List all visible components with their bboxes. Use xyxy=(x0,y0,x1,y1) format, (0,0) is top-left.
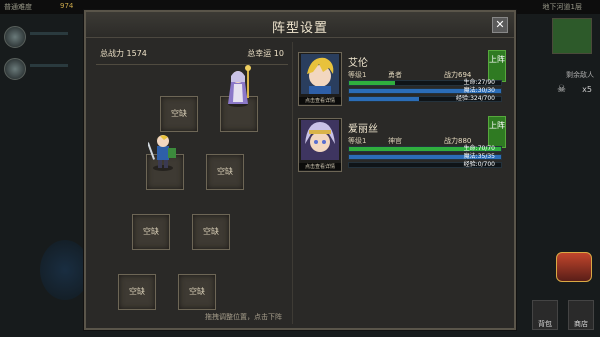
close-button[interactable]: ✕ xyxy=(492,17,508,33)
shop-button[interactable]: 商店 xyxy=(568,300,594,330)
deploy-button[interactable]: 上阵 xyxy=(488,116,506,148)
hp-text: 生命:70/70 xyxy=(463,145,495,152)
hero-class: 勇者 xyxy=(388,71,402,79)
mp-text: 魔法:35/35 xyxy=(463,153,495,160)
summary-divider xyxy=(96,64,288,65)
mp-text: 魔法:30/30 xyxy=(463,87,495,94)
minimap[interactable] xyxy=(552,18,592,54)
allen-portrait-icon xyxy=(301,54,339,94)
hp-bar: 生命:70/70 xyxy=(348,146,502,152)
portrait-tip: 点击查看详情 xyxy=(299,163,341,170)
location-label: 地下河道1层 xyxy=(542,3,582,11)
gold-count: 974 xyxy=(60,2,74,10)
hero-card-alice[interactable]: 点击查看详情 爱丽丝 等级1 神官 战力880 上阵 生命:70/70 魔法:3… xyxy=(298,116,506,172)
team-summary: 总战力 1574 总幸运 10 xyxy=(100,48,284,62)
party-avatar-1[interactable] xyxy=(4,26,26,48)
hero-name: 艾伦 xyxy=(348,58,368,69)
dialog-title: 阵型设置 xyxy=(271,21,328,36)
hp-fill xyxy=(349,81,395,85)
deploy-button[interactable]: 上阵 xyxy=(488,50,506,82)
hero-card-allen[interactable]: 点击查看详情 艾伦 等级1 勇者 战力694 上阵 生命:27/90 魔法:30… xyxy=(298,50,506,106)
joystick-area[interactable] xyxy=(40,240,90,300)
alice-sprite[interactable] xyxy=(223,64,253,108)
xp-bar: 经验:324/700 xyxy=(348,96,502,102)
xp-bar: 经验:0/700 xyxy=(348,162,502,168)
skull-icon: ☠ xyxy=(557,84,566,95)
allen-sprite[interactable] xyxy=(148,128,178,172)
hero-portrait-allen[interactable]: 点击查看详情 xyxy=(298,52,342,106)
formation-slot-empty[interactable]: 空缺 xyxy=(118,274,156,310)
game-screen: 普通难度 974 地下河道1层 剩余敌人 ☠ x5 背包 商店 阵型设置 ✕ 总… xyxy=(0,0,600,337)
total-power: 总战力 1574 xyxy=(100,49,147,58)
hp-bar: 生命:27/90 xyxy=(348,80,502,86)
mp-bar: 魔法:30/30 xyxy=(348,88,502,94)
hero-level: 等级1 xyxy=(348,137,367,145)
formation-slot-empty[interactable]: 空缺 xyxy=(192,214,230,250)
panel-divider xyxy=(292,42,293,324)
xp-text: 经验:324/700 xyxy=(456,95,495,102)
hero-name: 爱丽丝 xyxy=(348,124,378,135)
mp-bar: 魔法:35/35 xyxy=(348,154,502,160)
party-hp-bar-1 xyxy=(30,32,68,35)
shop-label: 商店 xyxy=(574,320,588,328)
formation-slot-empty[interactable]: 空缺 xyxy=(178,274,216,310)
formation-slot-empty[interactable]: 空缺 xyxy=(206,154,244,190)
difficulty-label: 普通难度 xyxy=(4,3,32,11)
party-hp-bar-2 xyxy=(30,64,68,67)
hero-portrait-alice[interactable]: 点击查看详情 xyxy=(298,118,342,172)
drag-hint: 拖拽调整位置，点击下阵 xyxy=(205,313,282,321)
formation-dialog: 阵型设置 ✕ 总战力 1574 总幸运 10 空缺 空缺 空缺 空缺 空缺 空缺 xyxy=(84,10,516,330)
dialog-header: 阵型设置 ✕ xyxy=(86,12,514,38)
hero-level: 等级1 xyxy=(348,71,367,79)
remaining-enemies-label: 剩余敌人 xyxy=(566,71,594,79)
backpack-button[interactable]: 背包 xyxy=(532,300,558,330)
formation-slot-empty[interactable]: 空缺 xyxy=(132,214,170,250)
formation-slot-empty[interactable]: 空缺 xyxy=(160,96,198,132)
xp-fill xyxy=(349,97,420,101)
alice-portrait-icon xyxy=(301,120,339,160)
xp-text: 经验:0/700 xyxy=(463,161,495,168)
portrait-tip: 点击查看详情 xyxy=(299,97,341,104)
remaining-enemies-count: x5 xyxy=(582,85,592,94)
total-luck: 总幸运 10 xyxy=(247,49,284,58)
event-logo-icon[interactable] xyxy=(556,252,592,282)
hp-text: 生命:27/90 xyxy=(463,79,495,86)
party-avatar-2[interactable] xyxy=(4,58,26,80)
backpack-label: 背包 xyxy=(538,320,552,328)
hero-class: 神官 xyxy=(388,137,402,145)
